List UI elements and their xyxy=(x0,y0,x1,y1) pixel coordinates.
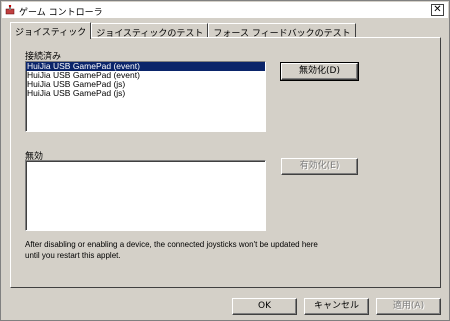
list-item[interactable]: HuiJia USB GamePad (js) xyxy=(26,89,265,98)
ok-button[interactable]: OK xyxy=(232,298,297,315)
tab-joystick-test[interactable]: ジョイスティックのテスト xyxy=(91,23,209,39)
disable-button[interactable]: 無効化(D) xyxy=(280,62,359,81)
close-button[interactable]: ✕ xyxy=(431,4,444,16)
enable-button[interactable]: 有効化(E) xyxy=(281,158,358,175)
app-icon xyxy=(5,5,15,15)
tab-joystick[interactable]: ジョイスティック xyxy=(10,22,92,39)
title-bar: ゲーム コントローラ ✕ xyxy=(2,2,448,19)
apply-button[interactable]: 適用(A) xyxy=(376,298,441,315)
game-controllers-window: ゲーム コントローラ ✕ ジョイスティック ジョイスティックのテスト フォース … xyxy=(0,0,450,321)
connected-list[interactable]: HuiJia USB GamePad (event) HuiJia USB Ga… xyxy=(25,61,266,132)
tab-label: ジョイスティック xyxy=(15,28,87,38)
window-title: ゲーム コントローラ xyxy=(19,8,103,18)
close-icon: ✕ xyxy=(433,4,442,15)
disabled-list[interactable] xyxy=(25,160,266,231)
info-message: After disabling or enabling a device, th… xyxy=(25,240,318,260)
tab-strip: ジョイスティック ジョイスティックのテスト フォース フィードバックのテスト xyxy=(10,22,356,39)
tab-force-feedback-test[interactable]: フォース フィードバックのテスト xyxy=(208,23,356,39)
cancel-button[interactable]: キャンセル xyxy=(304,298,369,315)
